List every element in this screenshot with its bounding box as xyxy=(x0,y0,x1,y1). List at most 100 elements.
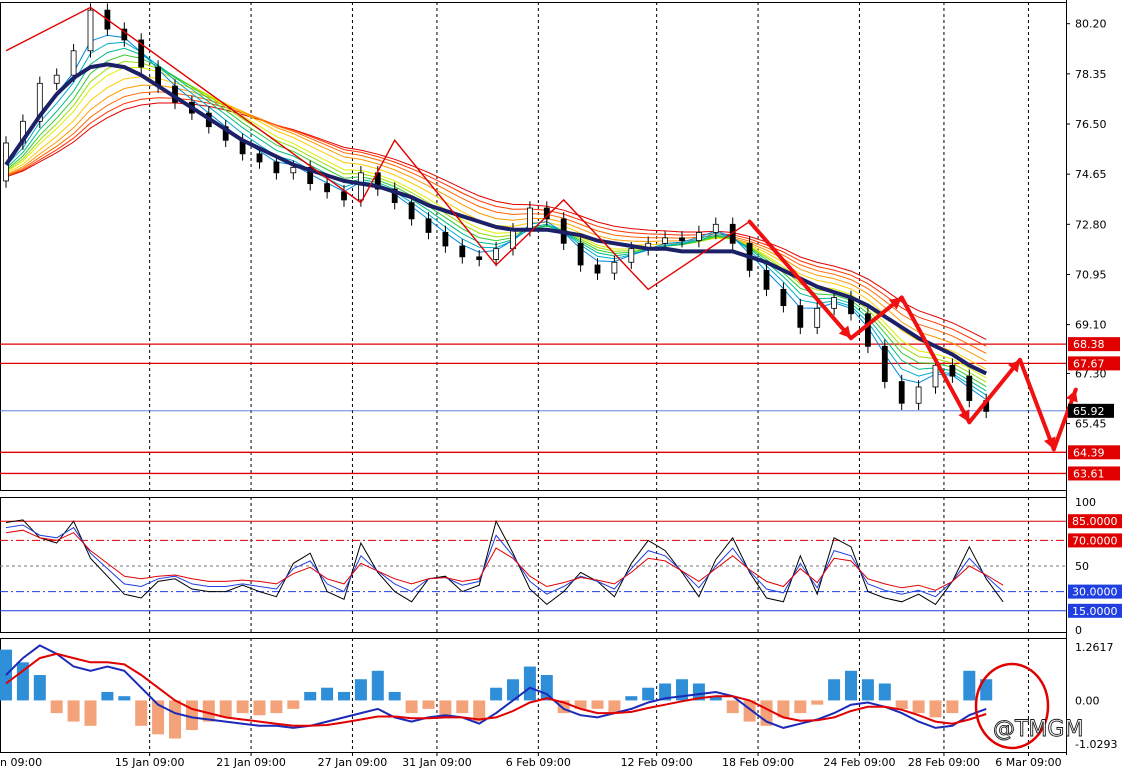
macd-histogram-bar xyxy=(828,679,841,701)
macd-histogram-bar xyxy=(405,700,418,714)
candle-body xyxy=(865,313,871,347)
macd-histogram-bar xyxy=(861,679,874,701)
candle-body xyxy=(712,223,719,233)
candle-body xyxy=(679,237,685,241)
candle-body xyxy=(341,191,347,201)
macd-histogram-bar xyxy=(878,683,891,701)
candle-body xyxy=(256,153,263,163)
macd-histogram-bar xyxy=(422,700,435,709)
macd-histogram-bar xyxy=(929,700,942,718)
candle-body xyxy=(290,166,297,174)
x-tick-label: 12 Feb 09:00 xyxy=(621,756,693,769)
candle-body xyxy=(70,50,77,76)
candle-body xyxy=(662,237,668,244)
macd-histogram-bar xyxy=(219,700,232,718)
candle-body xyxy=(476,256,483,260)
candle-body xyxy=(628,248,635,263)
oscillator-y-tick-label: 50 xyxy=(1075,560,1089,573)
macd-histogram-bar xyxy=(354,679,367,701)
macd-histogram-bar xyxy=(642,687,655,701)
macd-histogram-bar xyxy=(118,696,131,701)
candle-body xyxy=(696,232,702,241)
oscillator-level-label: 30.0000 xyxy=(1072,586,1118,599)
macd-histogram-bar xyxy=(946,700,959,714)
candle-body xyxy=(932,364,939,388)
oscillator-panel-frame xyxy=(0,497,1067,633)
oscillator-level-label: 15.0000 xyxy=(1072,605,1118,618)
macd-histogram-bar xyxy=(33,675,46,701)
oscillator-y-tick-label: 0 xyxy=(1075,624,1082,637)
candle xyxy=(865,307,871,354)
candle-body xyxy=(408,202,415,220)
price-level-label: 68.38 xyxy=(1073,338,1105,351)
x-tick-label: 6 Feb 09:00 xyxy=(506,756,571,769)
candle-body xyxy=(53,74,60,84)
macd-histogram-bar xyxy=(0,649,12,701)
current-price-label: 65.92 xyxy=(1073,405,1105,418)
macd-histogram-bar xyxy=(253,700,266,716)
y-tick-label: 69.10 xyxy=(1075,319,1107,332)
macd-histogram-bar xyxy=(963,670,976,701)
macd-histogram-bar xyxy=(304,691,317,701)
candle-body xyxy=(915,386,922,404)
x-tick-label: 28 Feb 09:00 xyxy=(908,756,980,769)
candle-body xyxy=(324,183,331,193)
macd-histogram-bar xyxy=(625,696,638,701)
candle xyxy=(87,3,94,58)
macd-histogram-bar xyxy=(388,691,401,701)
macd-histogram-bar xyxy=(794,700,807,714)
macd-y-tick-label: 1.2617 xyxy=(1075,641,1114,654)
macd-histogram-bar xyxy=(811,700,824,705)
candle-body xyxy=(87,9,94,52)
y-tick-label: 76.50 xyxy=(1075,118,1107,131)
y-tick-label: 74.65 xyxy=(1075,168,1107,181)
watermark-text: @TMGM xyxy=(993,717,1083,742)
y-tick-label: 70.95 xyxy=(1075,268,1107,281)
candle-body xyxy=(273,161,280,174)
x-tick-label: n 09:00 xyxy=(0,756,42,769)
price-level-label: 64.39 xyxy=(1073,446,1105,459)
x-tick-label: 15 Jan 09:00 xyxy=(115,756,185,769)
macd-histogram-bar xyxy=(523,666,536,701)
candle-body xyxy=(527,207,533,231)
x-tick-label: 24 Feb 09:00 xyxy=(823,756,895,769)
candle-body xyxy=(611,261,618,274)
macd-histogram-bar xyxy=(270,700,283,714)
macd-histogram-bar xyxy=(236,700,249,714)
y-tick-label: 72.80 xyxy=(1075,218,1107,231)
macd-histogram-bar xyxy=(726,700,739,714)
price-level-label: 67.67 xyxy=(1073,357,1105,370)
macd-histogram-bar xyxy=(67,700,80,722)
candle-body xyxy=(831,297,837,309)
macd-histogram-bar xyxy=(84,700,97,726)
oscillator-level-label: 70.0000 xyxy=(1072,534,1118,547)
candle-body xyxy=(459,245,466,258)
y-tick-label: 80.20 xyxy=(1075,18,1107,31)
macd-histogram-bar xyxy=(169,700,181,739)
price-chart: n 09:00 15 Jan 09:00 21 Jan 09:00 27 Jan 09… xyxy=(0,0,1122,769)
candle-body xyxy=(577,242,584,266)
macd-histogram-bar xyxy=(338,691,350,701)
candle-body xyxy=(881,345,888,382)
candle-body xyxy=(898,381,905,404)
macd-histogram-bar xyxy=(135,700,148,726)
candle-body xyxy=(425,218,432,233)
oscillator-level-label: 85.0000 xyxy=(1072,515,1118,528)
macd-histogram-bar xyxy=(490,687,503,701)
price-level-label: 63.61 xyxy=(1073,467,1105,480)
candle-body xyxy=(442,232,449,247)
candle xyxy=(881,339,888,389)
candle-body xyxy=(797,305,804,328)
x-tick-label: 31 Jan 09:00 xyxy=(402,756,472,769)
x-tick-label: 6 Mar 09:00 xyxy=(995,756,1061,769)
x-tick-label: 18 Feb 09:00 xyxy=(722,756,794,769)
candle-body xyxy=(493,248,500,260)
macd-histogram-bar xyxy=(895,700,908,709)
macd-histogram-bar xyxy=(321,687,334,701)
candle-body xyxy=(780,288,787,307)
candle-body xyxy=(510,229,516,250)
candle-body xyxy=(814,307,821,328)
macd-histogram-bar xyxy=(845,670,857,701)
macd-histogram-bar xyxy=(912,700,925,714)
macd-histogram-bar xyxy=(591,700,604,709)
